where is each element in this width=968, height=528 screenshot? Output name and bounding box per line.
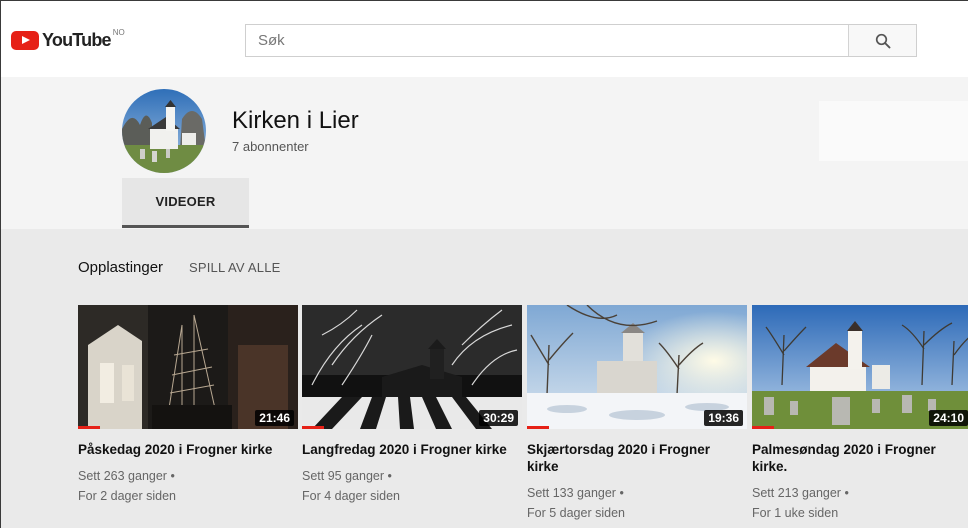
video-views: Sett 263 ganger •: [78, 469, 175, 483]
video-title[interactable]: Skjærtorsdag 2020 i Frogner kirke: [527, 441, 741, 475]
video-age: For 2 dager siden: [78, 489, 176, 503]
video-age: For 1 uke siden: [752, 506, 839, 520]
logo-text: YouTube: [42, 29, 112, 50]
video-card[interactable]: 21:46 Påskedag 2020 i Frogner kirke Sett…: [78, 305, 298, 506]
video-card[interactable]: 19:36 Skjærtorsdag 2020 i Frogner kirke …: [527, 305, 747, 523]
video-title[interactable]: Palmesøndag 2020 i Frogner kirke.: [752, 441, 966, 475]
watch-progress: [78, 426, 100, 429]
video-title[interactable]: Langfredag 2020 i Frogner kirke: [302, 441, 516, 458]
video-thumbnail[interactable]: 21:46: [78, 305, 298, 429]
page: YouTube NO Søk Kirken i Lier 7 abonnente…: [0, 0, 968, 528]
watch-progress: [752, 426, 774, 429]
video-age: For 5 dager siden: [527, 506, 625, 520]
video-views: Sett 133 ganger •: [527, 486, 624, 500]
video-duration: 19:36: [704, 410, 743, 426]
video-duration: 30:29: [479, 410, 518, 426]
subscriber-count: 7 abonnenter: [232, 139, 309, 154]
video-grid: 21:46 Påskedag 2020 i Frogner kirke Sett…: [78, 305, 968, 528]
video-views: Sett 95 ganger •: [302, 469, 392, 483]
play-all-link[interactable]: SPILL AV ALLE: [189, 260, 281, 275]
region-label: NO: [112, 27, 125, 37]
youtube-logo[interactable]: YouTube NO: [11, 27, 125, 51]
watch-progress: [527, 426, 549, 429]
video-duration: 21:46: [255, 410, 294, 426]
uploads-section: Opplastinger SPILL AV ALLE 21:46 Påskeda…: [1, 229, 968, 528]
play-logo-icon: [11, 30, 39, 50]
video-duration: 24:10: [929, 410, 968, 426]
video-card[interactable]: 30:29 Langfredag 2020 i Frogner kirke Se…: [302, 305, 522, 506]
search-icon: [875, 33, 890, 48]
channel-title: Kirken i Lier: [232, 107, 359, 134]
video-views: Sett 213 ganger •: [752, 486, 849, 500]
search-button[interactable]: [848, 25, 916, 56]
search-bar: [245, 24, 917, 57]
tab-videos[interactable]: VIDEOER: [122, 178, 249, 228]
video-thumbnail[interactable]: 30:29: [302, 305, 522, 429]
channel-avatar[interactable]: [122, 89, 206, 173]
video-thumbnail[interactable]: 24:10: [752, 305, 968, 429]
video-card[interactable]: 24:10 Palmesøndag 2020 i Frogner kirke. …: [752, 305, 968, 523]
video-thumbnail[interactable]: 19:36: [527, 305, 747, 429]
channel-header: Kirken i Lier 7 abonnenter VIDEOER: [1, 77, 968, 229]
section-title: Opplastinger: [78, 259, 164, 276]
video-title[interactable]: Påskedag 2020 i Frogner kirke: [78, 441, 292, 458]
top-bar: YouTube NO: [1, 1, 968, 77]
watch-progress: [302, 426, 324, 429]
video-age: For 4 dager siden: [302, 489, 400, 503]
search-input[interactable]: [246, 25, 848, 56]
